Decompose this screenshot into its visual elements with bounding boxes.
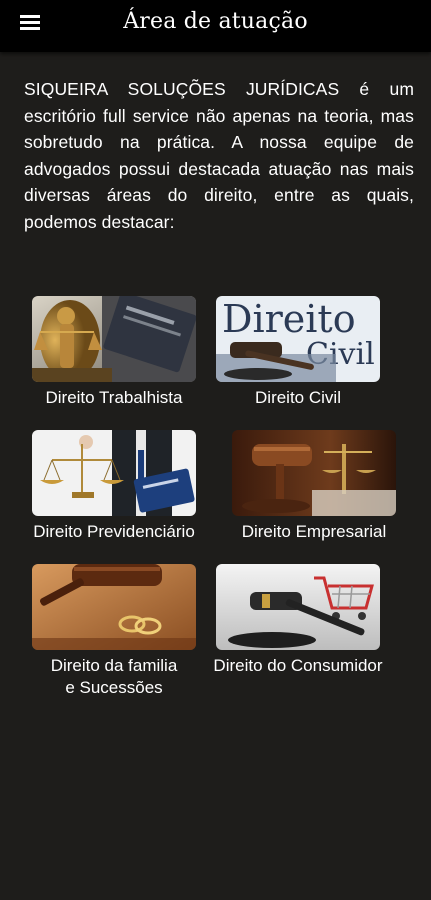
area-card-direito-civil[interactable]: Direito Civil Direito Civil (216, 296, 380, 416)
area-card-direito-trabalhista[interactable]: Direito Trabalhista (32, 296, 196, 416)
scales-pension-card-image (32, 430, 196, 516)
lady-justice-work-card-image (32, 296, 196, 382)
direito-image-text: Direito (222, 297, 356, 341)
area-card-direito-consumidor[interactable]: Direito do Consumidor (213, 564, 383, 684)
area-label: Direito do Consumidor (213, 656, 383, 675)
gavel-wedding-rings-image (32, 564, 196, 650)
area-card-direito-previdenciario[interactable]: Direito Previdenciário (32, 430, 196, 550)
area-label: Direito Civil (255, 388, 341, 407)
area-label: Direito Empresarial (241, 522, 387, 541)
area-label-line-2: e Sucessões (65, 678, 163, 697)
intro-paragraph: SIQUEIRA SOLUÇÕES JURÍDICAS é um escritó… (24, 79, 414, 232)
gavel-and-scales-image (232, 430, 396, 516)
area-card-direito-familia-sucessoes[interactable]: Direito da familia e Sucessões (32, 564, 196, 704)
area-label: Direito Previdenciário (33, 522, 195, 541)
page-title: Área de atuação (123, 9, 308, 34)
gavel-shopping-cart-image (216, 564, 380, 650)
direito-civil-gavel-image: Direito Civil (216, 296, 380, 382)
app-bar: Área de atuação (0, 0, 431, 52)
area-card-direito-empresarial[interactable]: Direito Empresarial (232, 430, 396, 550)
